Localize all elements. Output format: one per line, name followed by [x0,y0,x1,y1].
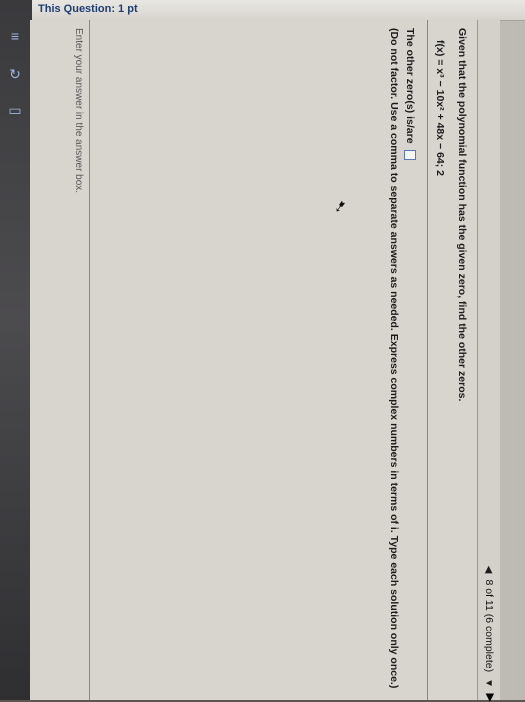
question-panel: ◀ 8 of 11 (6 complete) ▼ ▶ Given that th… [30,20,500,702]
question-text-block: Given that the polynomial function has t… [434,28,468,668]
question-content: ◀ 8 of 11 (6 complete) ▼ ▶ Given that th… [30,20,500,702]
answer-input-box[interactable] [403,150,416,161]
question-points-title: This Question: 1 pt [38,3,138,15]
window-icon[interactable]: ▭ [7,102,23,118]
question-navigation-bar: ◀ 8 of 11 (6 complete) ▼ ▶ [477,20,500,702]
menu-icon[interactable]: ≡ [7,28,23,44]
footer-divider [89,20,90,700]
answer-box-hint: Enter your answer in the answer box. [73,28,84,194]
refresh-icon[interactable]: ↻ [7,66,23,82]
answer-line: The other zero(s) is/are [403,28,416,161]
screen-surface: ≡ ↻ ▭ This Question: 1 pt ◀ 8 of 11 (6 c… [0,0,525,702]
question-header: This Question: 1 pt [32,0,525,21]
triangle-left-icon[interactable]: ◀ [484,566,495,574]
function-expression: f(x) = x³ − 10x² + 48x − 64; 2 [434,40,446,176]
triangle-down-icon[interactable]: ▼ [484,678,495,688]
mouse-pointer-icon: ➷ [329,198,350,215]
question-prompt: Given that the polynomial function has t… [456,28,468,402]
question-divider [427,20,428,700]
left-sidebar: ≡ ↻ ▭ [0,0,32,700]
question-progress-control[interactable]: ◀ 8 of 11 (6 complete) ▼ [481,566,497,688]
triangle-right-icon[interactable]: ▶ [484,694,497,702]
answer-prefix: The other zero(s) is/are [404,28,416,144]
answer-instructions: (Do not factor. Use a comma to separate … [388,28,400,689]
question-progress[interactable]: 8 of 11 (6 complete) [483,579,495,672]
